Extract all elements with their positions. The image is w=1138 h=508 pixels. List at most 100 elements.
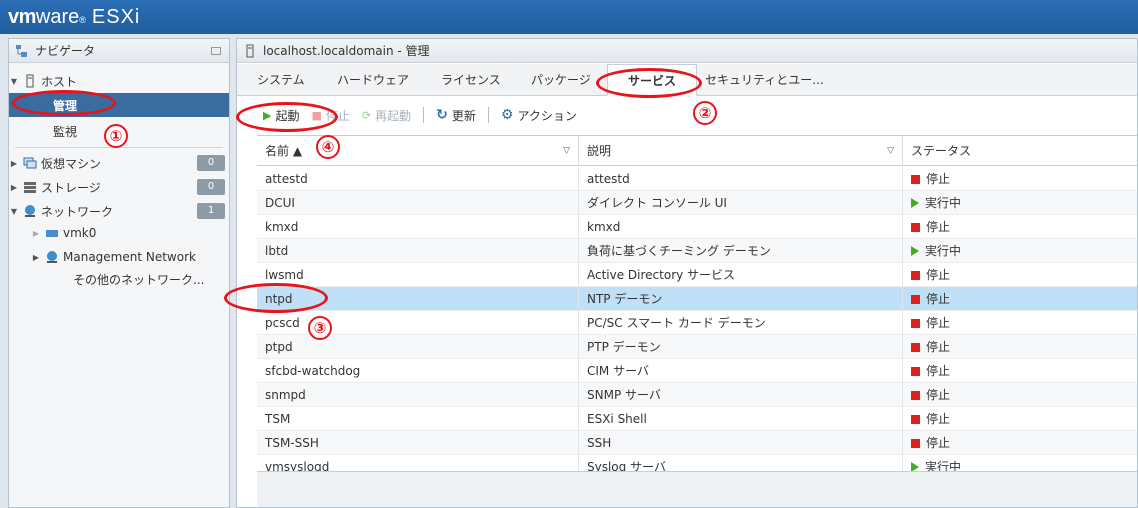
- column-name[interactable]: 名前 ▲ ▽: [257, 136, 579, 166]
- tab-security[interactable]: セキュリティとユー...: [705, 64, 824, 96]
- service-status-cell: 停止: [903, 263, 1137, 287]
- nav-storage[interactable]: ▶ ストレージ 0: [9, 175, 229, 199]
- chevron-right-icon[interactable]: ▶: [31, 253, 41, 262]
- navigator-icon: [16, 44, 27, 57]
- status-text: 停止: [926, 340, 951, 354]
- table-row[interactable]: attestd attestd 停止: [257, 167, 1137, 191]
- tab-packages[interactable]: パッケージ: [531, 64, 591, 96]
- table-row[interactable]: sfcbd-watchdog CIM サーバ 停止: [257, 359, 1137, 383]
- vm-count-badge: 0: [197, 155, 225, 171]
- service-description-cell: PTP デーモン: [579, 335, 903, 359]
- service-description-cell: ダイレクト コンソール UI: [579, 191, 903, 215]
- chevron-right-icon[interactable]: ▶: [9, 159, 19, 168]
- table-row[interactable]: lwsmd Active Directory サービス 停止: [257, 263, 1137, 287]
- chevron-down-icon[interactable]: ▼: [9, 207, 19, 216]
- tab-license[interactable]: ライセンス: [441, 64, 501, 96]
- running-icon: [911, 198, 919, 208]
- stopped-icon: [911, 343, 920, 352]
- navigator-header: ナビゲータ: [9, 39, 229, 63]
- tab-hardware[interactable]: ハードウェア: [337, 64, 409, 96]
- column-status[interactable]: ステータス: [903, 136, 1137, 166]
- chevron-down-icon[interactable]: ▼: [9, 77, 19, 86]
- minimize-icon[interactable]: [211, 46, 221, 55]
- service-description-cell: attestd: [579, 167, 903, 191]
- service-name-cell: snmpd: [257, 383, 579, 407]
- service-status-cell: 実行中: [903, 191, 1137, 215]
- annotation-ellipse-manage: [12, 90, 116, 116]
- network-icon: [25, 205, 35, 217]
- service-name-cell: attestd: [257, 167, 579, 191]
- actions-button[interactable]: ⚙ アクション: [501, 107, 577, 124]
- annotation-number-3: ③: [308, 316, 332, 340]
- table-row[interactable]: vmsyslogd Syslog サーバ 実行中: [257, 455, 1137, 471]
- table-row[interactable]: lbtd 負荷に基づくチーミング デーモン 実行中: [257, 239, 1137, 263]
- gear-icon: ⚙: [500, 107, 514, 123]
- stopped-icon: [911, 391, 920, 400]
- status-text: 停止: [926, 268, 951, 282]
- table-header: 名前 ▲ ▽ 説明 ▽ ステータス: [257, 136, 1137, 166]
- nav-vmk0[interactable]: ▶ vmk0: [9, 221, 229, 245]
- service-description-cell: SSH: [579, 431, 903, 455]
- service-name-cell: lwsmd: [257, 263, 579, 287]
- nav-host-label: ホスト: [41, 74, 78, 89]
- nav-host[interactable]: ▼ ホスト: [9, 69, 229, 93]
- table-row[interactable]: kmxd kmxd 停止: [257, 215, 1137, 239]
- service-description-cell: kmxd: [579, 215, 903, 239]
- nav-other-networks[interactable]: その他のネットワーク...: [9, 267, 229, 291]
- service-description-cell: NTP デーモン: [579, 287, 903, 311]
- nav-management-network[interactable]: ▶ Management Network: [9, 245, 229, 269]
- navigator-title: ナビゲータ: [35, 44, 96, 58]
- nav-storage-label: ストレージ: [41, 180, 101, 195]
- status-text: 実行中: [925, 460, 962, 471]
- nav-vms-label: 仮想マシン: [41, 156, 102, 171]
- status-text: 停止: [926, 220, 951, 234]
- tab-system[interactable]: システム: [257, 64, 305, 96]
- status-text: 停止: [926, 172, 951, 186]
- chevron-right-icon[interactable]: ▶: [9, 183, 19, 192]
- table-row[interactable]: pcscd PC/SC スマート カード デーモン 停止: [257, 311, 1137, 335]
- status-text: 停止: [926, 292, 951, 306]
- stopped-icon: [911, 223, 920, 232]
- chevron-down-icon[interactable]: ▽: [563, 136, 570, 166]
- main-header: localhost.localdomain - 管理: [237, 39, 1137, 63]
- annotation-ellipse-services: [596, 68, 702, 98]
- table-row[interactable]: snmpd SNMP サーバ 停止: [257, 383, 1137, 407]
- service-name-cell: lbtd: [257, 239, 579, 263]
- nav-network[interactable]: ▼ ネットワーク 1: [9, 199, 229, 223]
- stopped-icon: [911, 415, 920, 424]
- top-bar: vm ware ® ESXi: [0, 0, 1138, 34]
- table-row[interactable]: ntpd NTP デーモン 停止: [257, 287, 1137, 311]
- service-name-cell: TSM: [257, 407, 579, 431]
- status-text: 実行中: [925, 244, 962, 258]
- status-text: 停止: [926, 316, 951, 330]
- service-description-cell: SNMP サーバ: [579, 383, 903, 407]
- stopped-icon: [911, 319, 920, 328]
- service-name-cell: sfcbd-watchdog: [257, 359, 579, 383]
- annotation-number-4: ④: [316, 135, 340, 159]
- storage-count-badge: 0: [197, 179, 225, 195]
- table-row[interactable]: TSM ESXi Shell 停止: [257, 407, 1137, 431]
- nav-vmk0-label: vmk0: [63, 226, 97, 240]
- running-icon: [911, 462, 919, 471]
- refresh-button[interactable]: ↻ 更新: [436, 107, 476, 124]
- service-name-cell: TSM-SSH: [257, 431, 579, 455]
- status-text: 停止: [926, 388, 951, 402]
- storage-icon: [24, 182, 36, 193]
- stopped-icon: [911, 367, 920, 376]
- table-row[interactable]: ptpd PTP デーモン 停止: [257, 335, 1137, 359]
- chevron-down-icon[interactable]: ▽: [887, 136, 894, 166]
- service-description-cell: Active Directory サービス: [579, 263, 903, 287]
- refresh-label: 更新: [451, 108, 476, 123]
- service-description-cell: Syslog サーバ: [579, 455, 903, 471]
- nav-vms[interactable]: ▶ 仮想マシン 0: [9, 151, 229, 175]
- restart-button[interactable]: ⟳ 再起動: [362, 107, 411, 124]
- chevron-right-icon[interactable]: ▶: [31, 229, 41, 238]
- table-footer: [257, 471, 1137, 507]
- table-row[interactable]: DCUI ダイレクト コンソール UI 実行中: [257, 191, 1137, 215]
- service-name-cell: kmxd: [257, 215, 579, 239]
- status-text: 停止: [926, 364, 951, 378]
- service-description-cell: PC/SC スマート カード デーモン: [579, 311, 903, 335]
- service-name-cell: vmsyslogd: [257, 455, 579, 471]
- column-description[interactable]: 説明 ▽: [579, 136, 903, 166]
- table-row[interactable]: TSM-SSH SSH 停止: [257, 431, 1137, 455]
